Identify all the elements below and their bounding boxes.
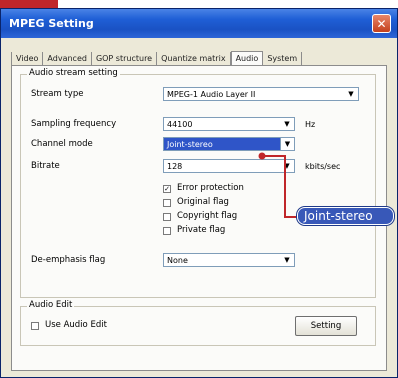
- leader-dot: [258, 152, 266, 160]
- callout-leader-line: [258, 152, 297, 218]
- joint-stereo-callout: Joint-stereo: [297, 207, 394, 225]
- callout-text: Joint-stereo: [304, 209, 373, 223]
- leader-path: [262, 155, 297, 218]
